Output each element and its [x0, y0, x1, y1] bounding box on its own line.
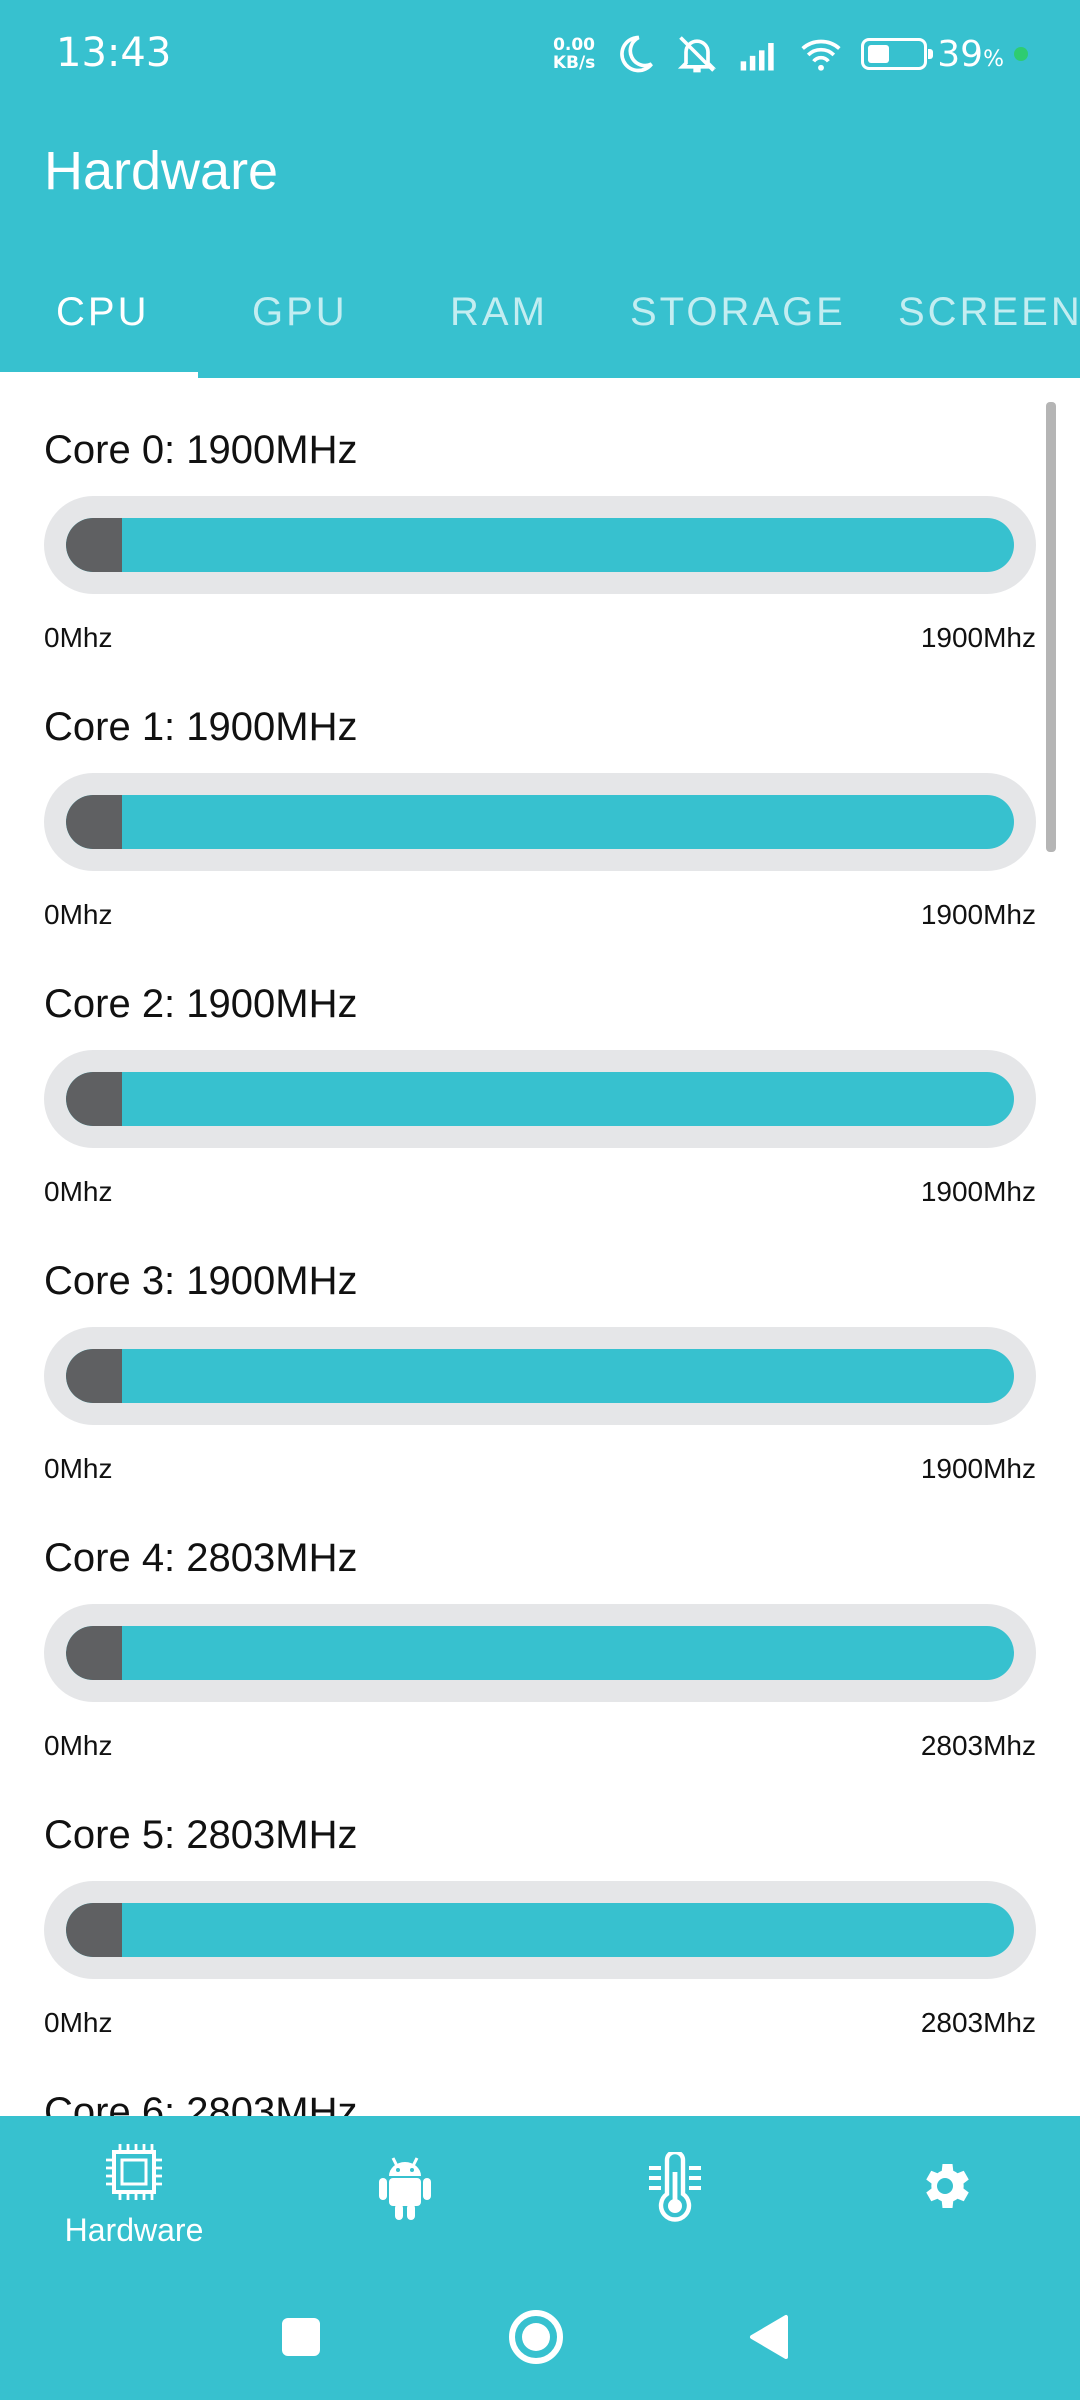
nav-settings[interactable]: [845, 2142, 1045, 2216]
core-label: Core 0: 1900MHz: [44, 428, 358, 472]
core-card: Core 2: 1900MHz 0Mhz 1900Mhz: [44, 932, 1036, 1208]
frequency-bar-used: [66, 518, 122, 572]
frequency-bar-used: [66, 795, 122, 849]
core-label: Core 2: 1900MHz: [44, 982, 358, 1026]
tab-bar: CPU GPU RAM STORAGE SCREEN: [0, 268, 1080, 378]
battery-fill: [868, 45, 890, 63]
min-frequency-label: 0Mhz: [44, 899, 113, 930]
min-frequency-label: 0Mhz: [44, 622, 113, 653]
cpu-core-list[interactable]: Core 0: 1900MHz 0Mhz 1900Mhz Core 1: 190…: [0, 378, 1080, 2116]
frequency-bar-used: [66, 1903, 122, 1957]
tab-cpu[interactable]: CPU: [56, 290, 149, 335]
frequency-bar-fill: [66, 1626, 1014, 1680]
min-frequency-label: 0Mhz: [44, 2007, 113, 2038]
battery-icon: [861, 38, 934, 70]
core-card: Core 0: 1900MHz 0Mhz 1900Mhz: [44, 378, 1036, 654]
core-label: Core 5: 2803MHz: [44, 1813, 358, 1857]
recents-button[interactable]: [280, 2316, 322, 2363]
tab-screen[interactable]: SCREEN: [898, 290, 1080, 335]
core-card: Core 4: 2803MHz 0Mhz 2803Mhz: [44, 1486, 1036, 1762]
core-label: Core 6: 2803MHz: [44, 2090, 358, 2116]
core-frequency-bar: [44, 1604, 1036, 1702]
nav-hardware[interactable]: Hardware: [34, 2142, 234, 2249]
recents-square-icon: [282, 2318, 320, 2356]
status-bar: 13:43 0.00 KB/s 39%: [0, 0, 1080, 108]
battery-percent-sign: %: [983, 46, 1004, 72]
battery-percent: 39: [937, 33, 984, 75]
frequency-bar-used: [66, 1626, 122, 1680]
bottom-navigation: Hardware: [0, 2116, 1080, 2400]
core-frequency-bar: [44, 1050, 1036, 1148]
core-frequency-bar: [44, 496, 1036, 594]
back-triangle-icon: [750, 2315, 788, 2359]
gear-icon: [926, 2164, 969, 2208]
core-card: Core 5: 2803MHz 0Mhz 2803Mhz: [44, 1763, 1036, 2039]
tab-storage[interactable]: STORAGE: [630, 290, 846, 335]
home-button[interactable]: [508, 2310, 564, 2370]
core-label: Core 4: 2803MHz: [44, 1536, 358, 1580]
battery-indicator: 39%: [861, 34, 1028, 75]
frequency-bar-fill: [66, 518, 1014, 572]
frequency-bar-fill: [66, 1072, 1014, 1126]
page-title: Hardware: [44, 141, 279, 201]
min-frequency-label: 0Mhz: [44, 1730, 113, 1761]
back-button[interactable]: [748, 2315, 790, 2365]
nav-temperature[interactable]: [575, 2142, 775, 2224]
scrollbar[interactable]: [1046, 402, 1056, 852]
core-frequency-bar: [44, 1327, 1036, 1425]
nav-hardware-label: Hardware: [64, 2212, 204, 2248]
max-frequency-label: 1900Mhz: [920, 622, 1036, 653]
frequency-bar-fill: [66, 795, 1014, 849]
max-frequency-label: 2803Mhz: [920, 1730, 1036, 1761]
core-card: Core 6: 2803MHz: [44, 2040, 1036, 2116]
status-icons: 0.00 KB/s 39%: [553, 30, 1028, 78]
core-frequency-bar: [44, 773, 1036, 871]
battery-text: 39%: [937, 34, 1004, 75]
min-frequency-label: 0Mhz: [44, 1453, 113, 1484]
max-frequency-label: 2803Mhz: [920, 2007, 1036, 2038]
max-frequency-label: 1900Mhz: [920, 899, 1036, 930]
frequency-bar-fill: [66, 1903, 1014, 1957]
thermometer-icon: [649, 2152, 701, 2222]
frequency-bar-used: [66, 1349, 122, 1403]
core-label: Core 1: 1900MHz: [44, 705, 358, 749]
home-circle-icon: [509, 2310, 563, 2364]
core-card: Core 3: 1900MHz 0Mhz 1900Mhz: [44, 1209, 1036, 1485]
bell-muted-icon: [678, 36, 717, 73]
core-label: Core 3: 1900MHz: [44, 1259, 358, 1303]
moon-icon: [620, 35, 654, 73]
frequency-bar-used: [66, 1072, 122, 1126]
system-navigation-bar: [0, 2286, 1080, 2400]
net-speed-value: 0.00: [553, 35, 596, 55]
cpu-chip-icon: [106, 2144, 162, 2200]
max-frequency-label: 1900Mhz: [920, 1453, 1036, 1484]
tab-gpu[interactable]: GPU: [252, 290, 348, 335]
charging-dot-icon: [1014, 47, 1028, 61]
max-frequency-label: 1900Mhz: [920, 1176, 1036, 1207]
frequency-bar-fill: [66, 1349, 1014, 1403]
status-time: 13:43: [56, 30, 172, 76]
android-icon: [379, 2157, 431, 2220]
net-speed: 0.00 KB/s: [553, 36, 595, 72]
wifi-icon: [801, 39, 841, 71]
app-bar: 13:43 0.00 KB/s 39% Hardware CPU GPU RAM…: [0, 0, 1080, 378]
core-card: Core 1: 1900MHz 0Mhz 1900Mhz: [44, 655, 1036, 931]
nav-android[interactable]: [305, 2142, 505, 2224]
net-speed-unit: KB/s: [552, 53, 596, 73]
tab-ram[interactable]: RAM: [450, 290, 548, 335]
min-frequency-label: 0Mhz: [44, 1176, 113, 1207]
core-frequency-bar: [44, 1881, 1036, 1979]
signal-icon: [740, 43, 774, 71]
